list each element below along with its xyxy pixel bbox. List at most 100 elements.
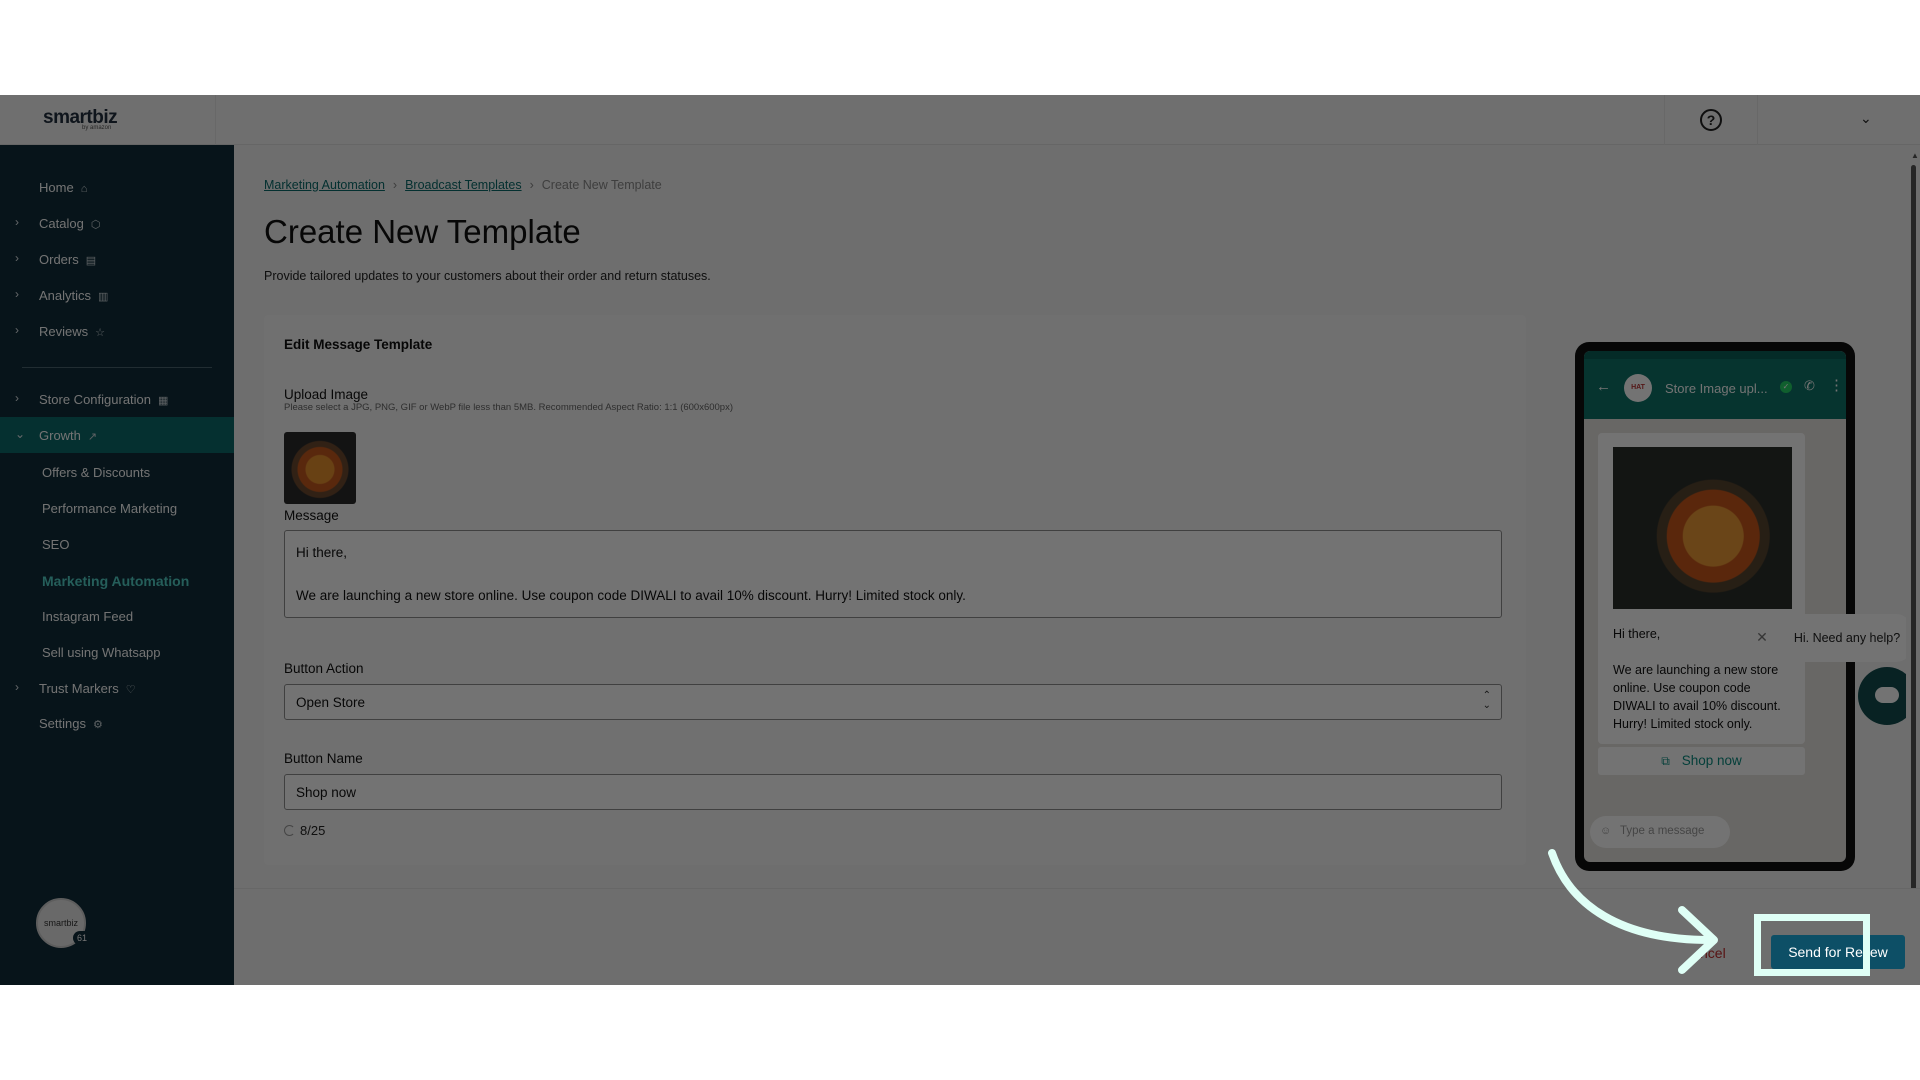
store-icon: ▦: [158, 395, 169, 407]
back-arrow-icon: ←: [1596, 378, 1611, 395]
sidebar-item-label: Reviews: [39, 324, 89, 339]
sidebar-subitem-sell-using-whatsapp[interactable]: Sell using Whatsapp: [42, 645, 161, 660]
whatsapp-screen: ← HAT Store Image upl... ✓ ✆ ⋮ Hi there,…: [1584, 351, 1846, 862]
chevron-right-icon: ›: [529, 178, 534, 192]
preview-image: [1613, 447, 1792, 609]
uploaded-image-thumbnail[interactable]: [284, 432, 356, 504]
breadcrumb-current: Create New Template: [541, 178, 662, 192]
sidebar-subitem-instagram-feed[interactable]: Instagram Feed: [42, 609, 133, 624]
status-bar: [1584, 351, 1846, 359]
button-name-value: Shop now: [296, 785, 357, 800]
chevron-right-icon: ›: [15, 680, 19, 694]
button-action-label: Button Action: [284, 661, 364, 676]
preview-greeting: Hi there,: [1613, 627, 1661, 641]
button-name-label: Button Name: [284, 751, 363, 766]
message-textarea[interactable]: Hi there, We are launching a new store o…: [284, 530, 1502, 618]
message-line: We are launching a new store online. Use…: [296, 588, 966, 603]
trend-up-icon: ↗: [87, 431, 98, 443]
bar-chart-icon: ▥: [98, 291, 109, 303]
sidebar-item-label: Home: [39, 180, 74, 195]
sidebar-item-label: Orders: [39, 252, 79, 267]
page-description: Provide tailored updates to your custome…: [264, 269, 711, 283]
breadcrumb-marketing-automation[interactable]: Marketing Automation: [264, 178, 385, 192]
heart-shield-icon: ♡: [125, 684, 136, 696]
breadcrumb-broadcast-templates[interactable]: Broadcast Templates: [405, 178, 522, 192]
sidebar-item-trust-markers[interactable]: › Trust Markers ♡: [0, 670, 234, 706]
sidebar-item-label: Growth: [39, 428, 81, 443]
edit-template-card: Edit Message Template Upload Image Pleas…: [264, 315, 1526, 865]
whatsapp-header: ← HAT Store Image upl... ✓ ✆ ⋮: [1584, 359, 1846, 419]
sidebar-subitem-seo[interactable]: SEO: [42, 537, 69, 552]
sidebar-subitem-performance-marketing[interactable]: Performance Marketing: [42, 501, 177, 516]
sidebar-item-label: Analytics: [39, 288, 92, 303]
page-title: Create New Template: [264, 213, 581, 250]
message-bubble: Hi there, We are launching a new store o…: [1598, 433, 1805, 744]
home-icon: ⌂: [80, 183, 88, 195]
chevron-right-icon: ›: [15, 215, 19, 229]
card-title: Edit Message Template: [284, 337, 433, 352]
sidebar: Home ⌂ › Catalog ⬡ › Orders ▤ › Analytics ▥ …: [0, 145, 234, 985]
preview-input-placeholder: Type a message: [1620, 825, 1705, 837]
sidebar-item-settings[interactable]: Settings ⚙: [0, 705, 234, 741]
preview-shop-button: ⧉ Shop now: [1598, 747, 1805, 775]
breadcrumb: Marketing Automation › Broadcast Templates…: [264, 178, 662, 192]
app-frame: smartbiz by amazon ? ⌄ Home ⌂ › Catalog ⬡ …: [0, 95, 1920, 985]
phone-icon: ✆: [1804, 378, 1815, 393]
sidebar-item-analytics[interactable]: › Analytics ▥: [0, 277, 234, 313]
logo-cell[interactable]: smartbiz by amazon: [0, 95, 216, 145]
logo-subtitle: by amazon: [82, 125, 112, 131]
sidebar-item-label: Store Configuration: [39, 392, 152, 407]
verified-icon: ✓: [1780, 381, 1792, 393]
sidebar-item-home[interactable]: Home ⌂: [0, 169, 234, 205]
star-icon: ☆: [95, 327, 105, 339]
scroll-up-arrow-icon[interactable]: ▲: [1911, 151, 1919, 160]
up-down-chevron-icon: ⌃ ⌄: [1482, 690, 1491, 711]
sidebar-item-label: Catalog: [39, 216, 84, 231]
button-action-select[interactable]: Open Store ⌃ ⌄: [284, 684, 1502, 720]
preview-button-label: Shop now: [1681, 753, 1742, 768]
box-icon: ⬡: [90, 219, 101, 231]
sidebar-item-growth[interactable]: ⌄ Growth ↗: [0, 417, 234, 453]
spinner-icon: [284, 825, 295, 836]
chevron-right-icon: ›: [15, 251, 19, 265]
char-counter: 8/25: [284, 823, 325, 838]
sidebar-item-catalog[interactable]: › Catalog ⬡: [0, 205, 234, 241]
message-line: Hi there,: [296, 545, 348, 560]
pointer-arrow-icon: [1548, 849, 1718, 974]
sidebar-item-reviews[interactable]: › Reviews ☆: [0, 313, 234, 349]
sidebar-item-store-configuration[interactable]: › Store Configuration ▦: [0, 381, 234, 417]
contact-name: Store Image upl...: [1665, 381, 1768, 396]
sidebar-item-orders[interactable]: › Orders ▤: [0, 241, 234, 277]
help-popup[interactable]: Hi. Need any help?: [1782, 614, 1912, 662]
notification-badge: 61: [73, 931, 91, 945]
gear-icon: ⚙: [92, 719, 103, 731]
chevron-right-icon: ›: [15, 391, 19, 405]
chat-bubble-icon: [1875, 687, 1899, 703]
clipboard-icon: ▤: [85, 255, 97, 267]
button-name-input[interactable]: Shop now: [284, 774, 1502, 810]
chevron-right-icon: ›: [15, 287, 19, 301]
top-bar: smartbiz by amazon ? ⌄: [0, 95, 1920, 145]
external-link-icon: ⧉: [1661, 754, 1670, 768]
help-button[interactable]: ?: [1664, 95, 1758, 145]
sidebar-item-label: Trust Markers: [39, 681, 119, 696]
preview-body: We are launching a new store online. Use…: [1613, 663, 1781, 731]
sidebar-subitem-marketing-automation[interactable]: Marketing Automation: [42, 573, 189, 589]
chevron-right-icon: ›: [15, 323, 19, 337]
chevron-down-icon: ⌄: [15, 427, 26, 441]
sidebar-subitem-offers[interactable]: Offers & Discounts: [42, 465, 150, 480]
upload-hint: Please select a JPG, PNG, GIF or WebP fi…: [284, 402, 734, 413]
upload-image-label: Upload Image: [284, 387, 369, 402]
close-icon[interactable]: ✕: [1750, 625, 1774, 649]
chevron-down-icon[interactable]: ⌄: [1860, 110, 1872, 127]
phone-preview: ← HAT Store Image upl... ✓ ✆ ⋮ Hi there,…: [1575, 342, 1855, 871]
sidebar-item-label: Settings: [39, 716, 86, 731]
scrollbar-thumb[interactable]: [1911, 165, 1916, 945]
button-action-value: Open Store: [296, 695, 366, 710]
contact-avatar: HAT: [1624, 374, 1652, 402]
highlight-box: [1754, 914, 1870, 976]
preview-message-input: ☺ Type a message: [1590, 816, 1730, 848]
message-label: Message: [284, 508, 339, 523]
help-icon: ?: [1700, 109, 1722, 131]
chevron-right-icon: ›: [392, 178, 398, 192]
